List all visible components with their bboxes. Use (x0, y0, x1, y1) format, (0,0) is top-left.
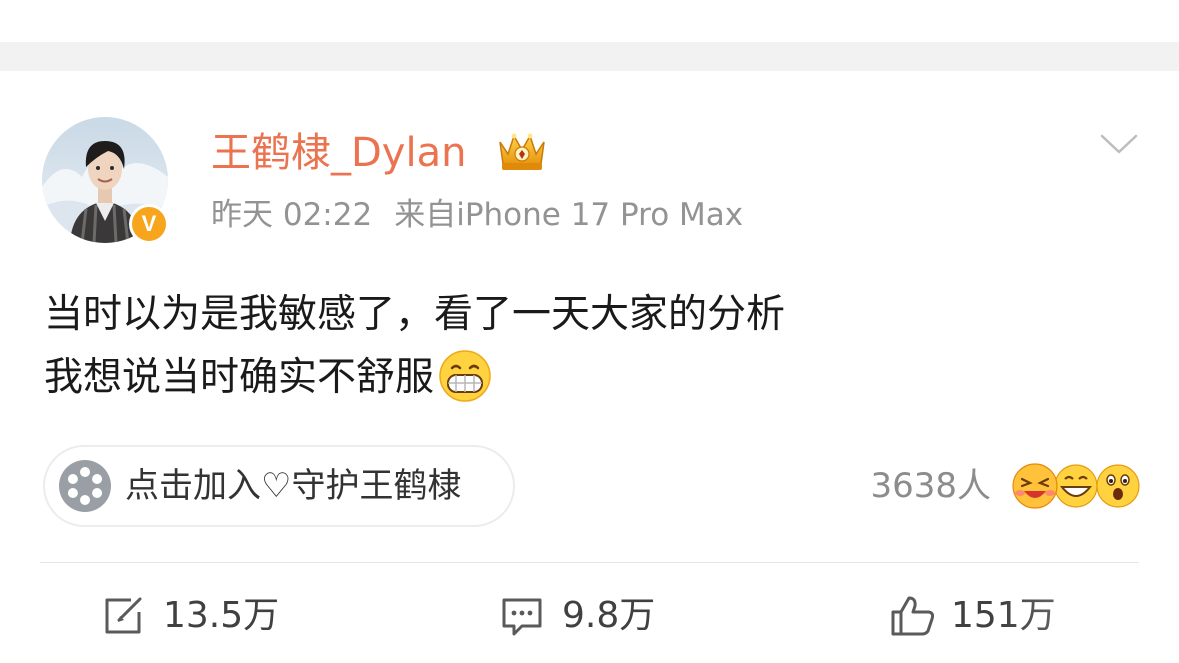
verified-badge-icon: V (129, 204, 169, 244)
join-guard-label: 点击加入♡守护王鹤棣 (125, 466, 462, 506)
laugh-tears-icon (1012, 463, 1058, 509)
feed-separator (0, 42, 1179, 71)
reaction-count[interactable]: 3638人 (870, 461, 991, 511)
join-guard-button[interactable]: 点击加入♡守护王鹤棣 (43, 445, 515, 527)
post-text-line-1: 当时以为是我敏感了，看了一天大家的分析 (44, 292, 786, 337)
reaction-emojis[interactable] (1010, 461, 1140, 511)
shocked-icon (1096, 464, 1140, 508)
like-count: 151万 (951, 595, 1056, 636)
post-meta: 昨天 02:22 来自iPhone 17 Pro Max (211, 194, 743, 236)
asterisk-icon (59, 460, 111, 512)
author-name[interactable]: 王鹤棣_Dylan (211, 128, 466, 178)
grin-emoji-icon (439, 349, 491, 402)
repost-count: 13.5万 (163, 595, 280, 636)
repost-icon (105, 597, 142, 634)
post-body: 当时以为是我敏感了，看了一天大家的分析 我想说当时确实不舒服 (44, 283, 1124, 409)
comment-icon (502, 598, 542, 636)
chevron-down-icon[interactable] (1099, 130, 1139, 158)
post-text-line-2: 我想说当时确实不舒服 (44, 346, 1124, 409)
top-blank-area (0, 0, 1179, 42)
repost-button[interactable]: 13.5万 (101, 588, 321, 644)
comment-button[interactable]: 9.8万 (500, 588, 720, 644)
post-text-line-2-content: 我想说当时确实不舒服 (44, 355, 435, 400)
weibo-post-page: V 王鹤棣_Dylan 昨天 02:22 来自iPhone 17 Pro Max … (0, 0, 1179, 663)
crown-icon[interactable] (494, 128, 550, 174)
like-button[interactable]: 151万 (889, 588, 1109, 644)
post-time: 昨天 02:22 (211, 197, 373, 233)
comment-count: 9.8万 (562, 595, 656, 636)
thumbs-up-icon (891, 596, 935, 636)
grin-squint-icon (1054, 464, 1098, 508)
post-source[interactable]: 来自iPhone 17 Pro Max (394, 197, 743, 233)
divider (40, 562, 1139, 563)
